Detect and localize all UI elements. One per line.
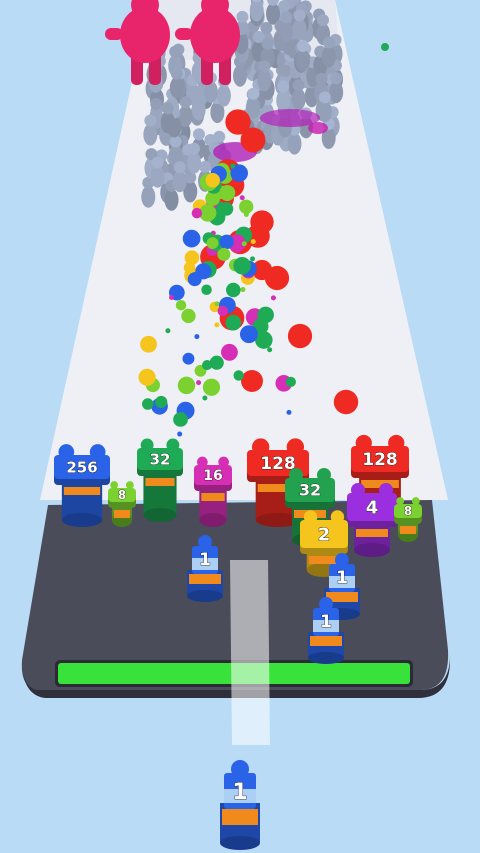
ball (202, 378, 221, 396)
ball (177, 431, 183, 437)
number-stack: 32 (137, 438, 183, 522)
ball (196, 380, 202, 386)
crowd-person (187, 142, 202, 174)
ball (181, 308, 196, 324)
crowd-person (168, 45, 183, 77)
ball (250, 239, 256, 245)
ball (209, 355, 224, 370)
ball (202, 360, 213, 371)
ball (173, 412, 188, 427)
aim-beam (230, 560, 270, 745)
crowd-person (257, 60, 272, 92)
piece-value: 1 (320, 612, 332, 632)
number-stack: 4 (347, 483, 397, 557)
number-stack: 8 (394, 497, 422, 542)
ball (206, 237, 219, 250)
stack-value: 8 (118, 488, 126, 502)
number-stack: 8 (108, 481, 136, 527)
ball (230, 163, 236, 169)
ball (169, 295, 175, 301)
ball (217, 247, 231, 261)
crowd-person (276, 80, 291, 112)
ball (239, 199, 254, 214)
ball (239, 325, 258, 344)
stack-value: 32 (299, 481, 321, 500)
ball (226, 282, 241, 298)
crowd-person (296, 40, 311, 72)
ball (219, 184, 236, 202)
ball (214, 322, 220, 328)
ball (141, 398, 154, 410)
ball (243, 212, 249, 218)
crowd-person (246, 87, 261, 119)
crowd-person (249, 0, 264, 22)
ball (267, 347, 273, 353)
ball (201, 284, 212, 296)
ball (285, 376, 296, 387)
ball (286, 409, 292, 415)
crowd-person (329, 72, 344, 104)
ball (177, 376, 196, 395)
ball (140, 335, 157, 353)
ball (165, 328, 171, 334)
ball (219, 234, 234, 250)
ball (239, 195, 245, 201)
player-value: 1 (232, 780, 247, 805)
ball (184, 250, 200, 265)
ball (182, 352, 195, 365)
crowd-person (321, 117, 336, 149)
stack-value: 2 (318, 524, 331, 545)
ball (333, 389, 359, 415)
ball (233, 256, 251, 275)
crowd-person (160, 102, 175, 134)
ball (257, 306, 274, 324)
piece-value: 1 (199, 550, 211, 570)
number-stack: 16 (194, 456, 232, 527)
stack-value: 256 (66, 459, 97, 477)
ball (155, 395, 168, 409)
ball (233, 370, 244, 381)
ball (270, 295, 276, 301)
game-scene: 25683216128321284 82 111 1 (21, 0, 450, 850)
stack-value: 16 (203, 468, 222, 484)
crowd-person (291, 79, 306, 111)
ball (205, 173, 220, 188)
ball (217, 305, 229, 317)
stack-value: 4 (366, 497, 379, 518)
ball (194, 334, 200, 340)
player-piece[interactable]: 1 (220, 760, 260, 850)
ball (381, 43, 389, 51)
ball (225, 314, 242, 331)
crowd-person (172, 161, 187, 193)
crowd-person (292, 9, 307, 41)
ball (138, 368, 156, 386)
ball (191, 207, 203, 219)
stack-value: 32 (150, 450, 171, 468)
crowd-person (321, 36, 336, 68)
number-stack: 256 (54, 444, 110, 527)
crowd-person (150, 156, 165, 188)
ball (175, 299, 187, 311)
ball (287, 323, 313, 349)
stack-value: 8 (404, 504, 412, 518)
ball (202, 395, 208, 401)
piece-value: 1 (336, 568, 348, 588)
ball (221, 343, 238, 361)
ball (241, 241, 247, 247)
ball (214, 301, 220, 307)
ball (240, 127, 266, 153)
ball (241, 370, 263, 392)
ball (195, 263, 212, 280)
stack-value: 128 (362, 450, 398, 470)
ball (250, 256, 256, 262)
crowd-person (143, 114, 158, 146)
crowd-person (279, 11, 294, 43)
ball (240, 287, 246, 293)
ball (264, 265, 290, 291)
ball (182, 229, 201, 248)
